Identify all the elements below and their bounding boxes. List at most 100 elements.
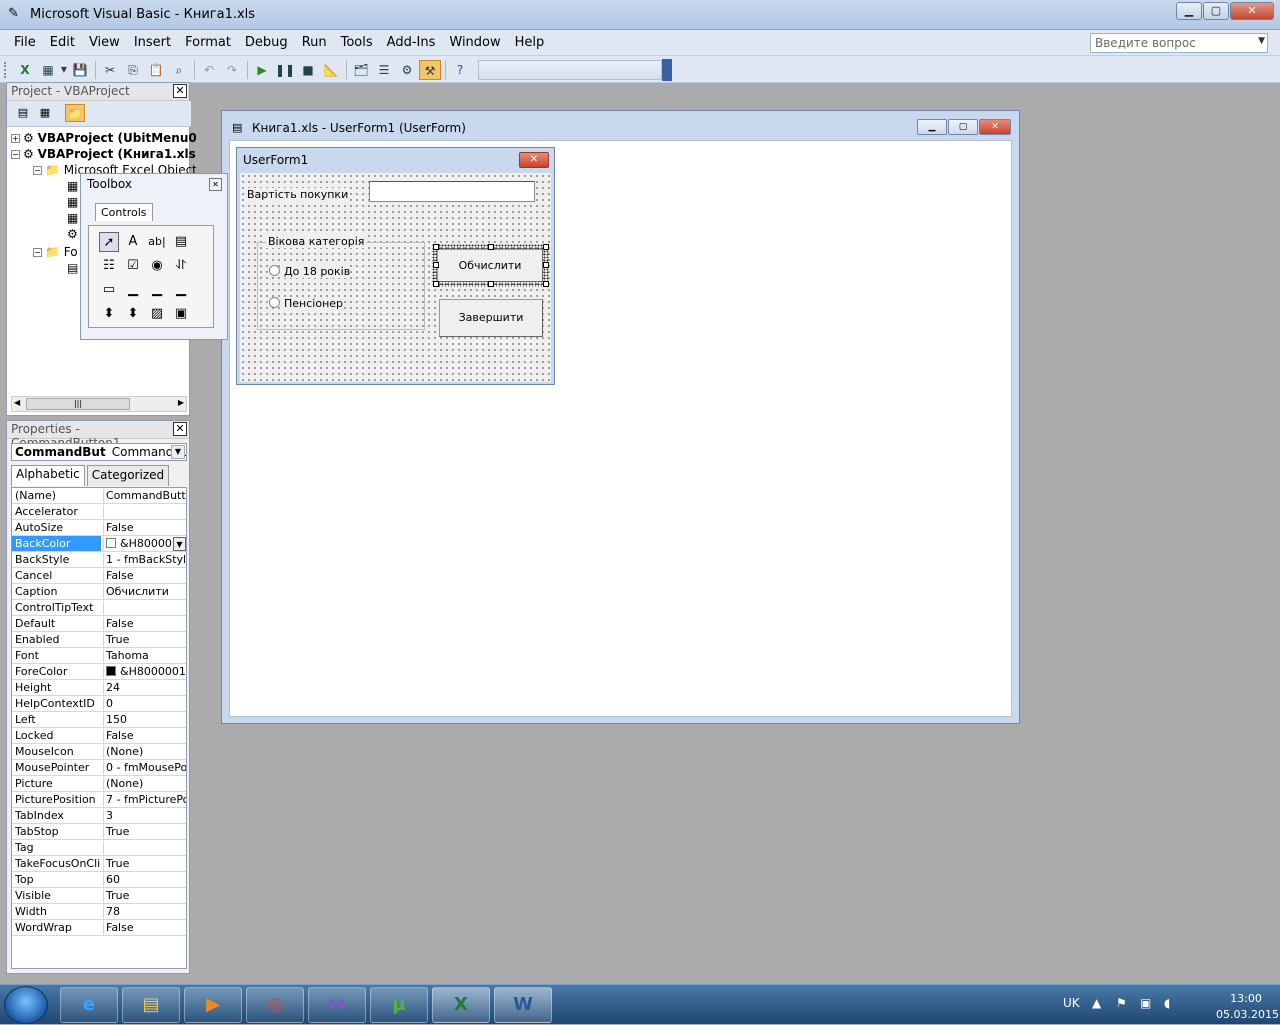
cut-icon[interactable]: ✂ [99, 60, 121, 80]
option-pensioner-radio[interactable] [269, 297, 280, 308]
sheet-icon[interactable]: ▦ [67, 211, 78, 225]
property-row[interactable]: BackStyle 1 - fmBackStyleO [12, 552, 186, 568]
close-button[interactable]: ✕ [1230, 2, 1274, 20]
menu-format[interactable]: Format [185, 35, 231, 50]
copy-icon[interactable]: ⎘ [122, 60, 144, 80]
property-value[interactable]: False [103, 569, 186, 583]
language-indicator[interactable]: UK [1063, 996, 1080, 1010]
tab-controls[interactable]: Controls [95, 203, 153, 221]
scroll-right-icon[interactable]: ▶ [178, 398, 184, 407]
textbox-icon[interactable]: ab| [147, 232, 167, 252]
option-pensioner-label[interactable]: Пенсіонер [284, 297, 344, 310]
sheet-icon[interactable]: ▦ [67, 195, 78, 209]
project-hscrollbar[interactable]: ◀ ||| ▶ [11, 396, 187, 412]
property-row[interactable]: Tag [12, 840, 186, 856]
resize-handle[interactable] [488, 281, 494, 287]
chevron-down-icon[interactable]: ▼ [1258, 36, 1265, 46]
property-value[interactable]: True [103, 825, 186, 839]
tab-categorized[interactable]: Categorized [86, 465, 170, 486]
object-browser-icon[interactable]: ⚙ [396, 60, 418, 80]
scroll-thumb[interactable]: ||| [26, 398, 130, 410]
property-value[interactable]: 7 - fmPicturePos [103, 793, 186, 807]
property-row[interactable]: TabIndex 3 [12, 808, 186, 824]
userform-body[interactable]: Вартість покупки Вікова категорія До 18 … [240, 173, 551, 382]
tree-item-ubitmenu[interactable]: + ⚙ VBAProject (UbitMenu04 [11, 131, 205, 145]
property-row[interactable]: Accelerator [12, 504, 186, 520]
object-selector[interactable]: CommandButCommandButtc ▼ [11, 443, 187, 461]
listbox-icon[interactable]: ☷ [99, 256, 119, 276]
resize-handle[interactable] [543, 244, 549, 250]
property-value[interactable]: (None) [103, 777, 186, 791]
property-value[interactable]: True [103, 633, 186, 647]
find-icon[interactable]: ⌕ [168, 60, 190, 80]
show-hidden-icons-icon[interactable]: ▲ [1092, 996, 1101, 1010]
reset-icon[interactable]: ■ [297, 60, 319, 80]
property-row[interactable]: Font Tahoma [12, 648, 186, 664]
menu-edit[interactable]: Edit [50, 35, 75, 50]
network-icon[interactable]: ▣ [1140, 996, 1151, 1010]
property-row[interactable]: HelpContextID 0 [12, 696, 186, 712]
minimize-button[interactable]: ▁ [1176, 2, 1202, 20]
utorrent-icon[interactable]: µ [370, 987, 428, 1023]
property-value[interactable] [103, 601, 186, 615]
property-value[interactable]: False [103, 729, 186, 743]
view-excel-icon[interactable]: X [14, 60, 36, 80]
option-under18-label[interactable]: До 18 років [284, 265, 351, 278]
property-row[interactable]: Visible True [12, 888, 186, 904]
spinbutton-icon[interactable]: ⬍ [123, 304, 143, 324]
property-value[interactable]: 60 [103, 873, 186, 887]
maximize-button[interactable]: ▢ [1203, 2, 1229, 20]
chevron-down-icon[interactable]: ▼ [173, 537, 186, 551]
menu-help[interactable]: Help [515, 35, 545, 50]
property-row[interactable]: Left 150 [12, 712, 186, 728]
toolbox-icon[interactable]: ⚒ [419, 60, 441, 80]
tabstrip-icon[interactable]: ▁ [147, 280, 167, 300]
property-value[interactable] [103, 841, 186, 855]
property-value[interactable]: 0 - fmMousePoir [103, 761, 186, 775]
multipage-icon[interactable]: ▁ [171, 280, 191, 300]
label-icon[interactable]: A [123, 232, 143, 252]
resize-handle[interactable] [433, 281, 439, 287]
property-row[interactable]: Caption Обчислити [12, 584, 186, 600]
property-row[interactable]: Height 24 [12, 680, 186, 696]
property-row[interactable]: WordWrap False [12, 920, 186, 936]
ie-icon[interactable]: e [60, 987, 118, 1023]
save-icon[interactable]: 💾 [69, 60, 91, 80]
property-value[interactable]: False [103, 521, 186, 535]
scroll-left-icon[interactable]: ◀ [14, 398, 20, 407]
menu-run[interactable]: Run [302, 35, 327, 50]
property-value[interactable]: 150 [103, 713, 186, 727]
resize-handle[interactable] [543, 262, 549, 268]
design-mode-icon[interactable]: 📐 [320, 60, 342, 80]
property-value[interactable]: 3 [103, 809, 186, 823]
excel-icon[interactable]: X [432, 987, 490, 1023]
undo-icon[interactable]: ↶ [198, 60, 220, 80]
frame-icon[interactable]: ▭ [99, 280, 119, 300]
break-icon[interactable]: ❚❚ [274, 60, 296, 80]
price-label[interactable]: Вартість покупки [247, 188, 349, 201]
close-icon[interactable]: ✕ [209, 178, 222, 191]
property-row[interactable]: TabStop True [12, 824, 186, 840]
run-icon[interactable]: ▶ [251, 60, 273, 80]
help-icon[interactable]: ? [449, 60, 471, 80]
close-icon[interactable]: ✕ [173, 84, 187, 98]
property-value[interactable] [103, 505, 186, 519]
close-button[interactable]: ✕ [979, 119, 1011, 135]
menu-addins[interactable]: Add-Ins [387, 35, 436, 50]
property-value[interactable]: True [103, 857, 186, 871]
volume-icon[interactable]: ◖ [1164, 996, 1170, 1010]
menu-insert[interactable]: Insert [134, 35, 171, 50]
start-button[interactable] [4, 986, 48, 1024]
ask-question-input[interactable]: Введите вопрос ▼ [1090, 33, 1268, 53]
property-row[interactable]: Locked False [12, 728, 186, 744]
property-row[interactable]: ForeColor &H80000012 [12, 664, 186, 680]
property-value[interactable]: Tahoma [103, 649, 186, 663]
tab-alphabetic[interactable]: Alphabetic [11, 465, 85, 486]
chrome-icon[interactable]: ◎ [246, 987, 304, 1023]
action-center-icon[interactable]: ⚑ [1116, 996, 1127, 1010]
project-explorer-icon[interactable]: 🗂 [350, 60, 372, 80]
property-row[interactable]: AutoSize False [12, 520, 186, 536]
property-row[interactable]: TakeFocusOnClick True [12, 856, 186, 872]
price-textbox[interactable] [369, 181, 535, 202]
property-value[interactable]: &H80000 ▼ [103, 537, 186, 551]
